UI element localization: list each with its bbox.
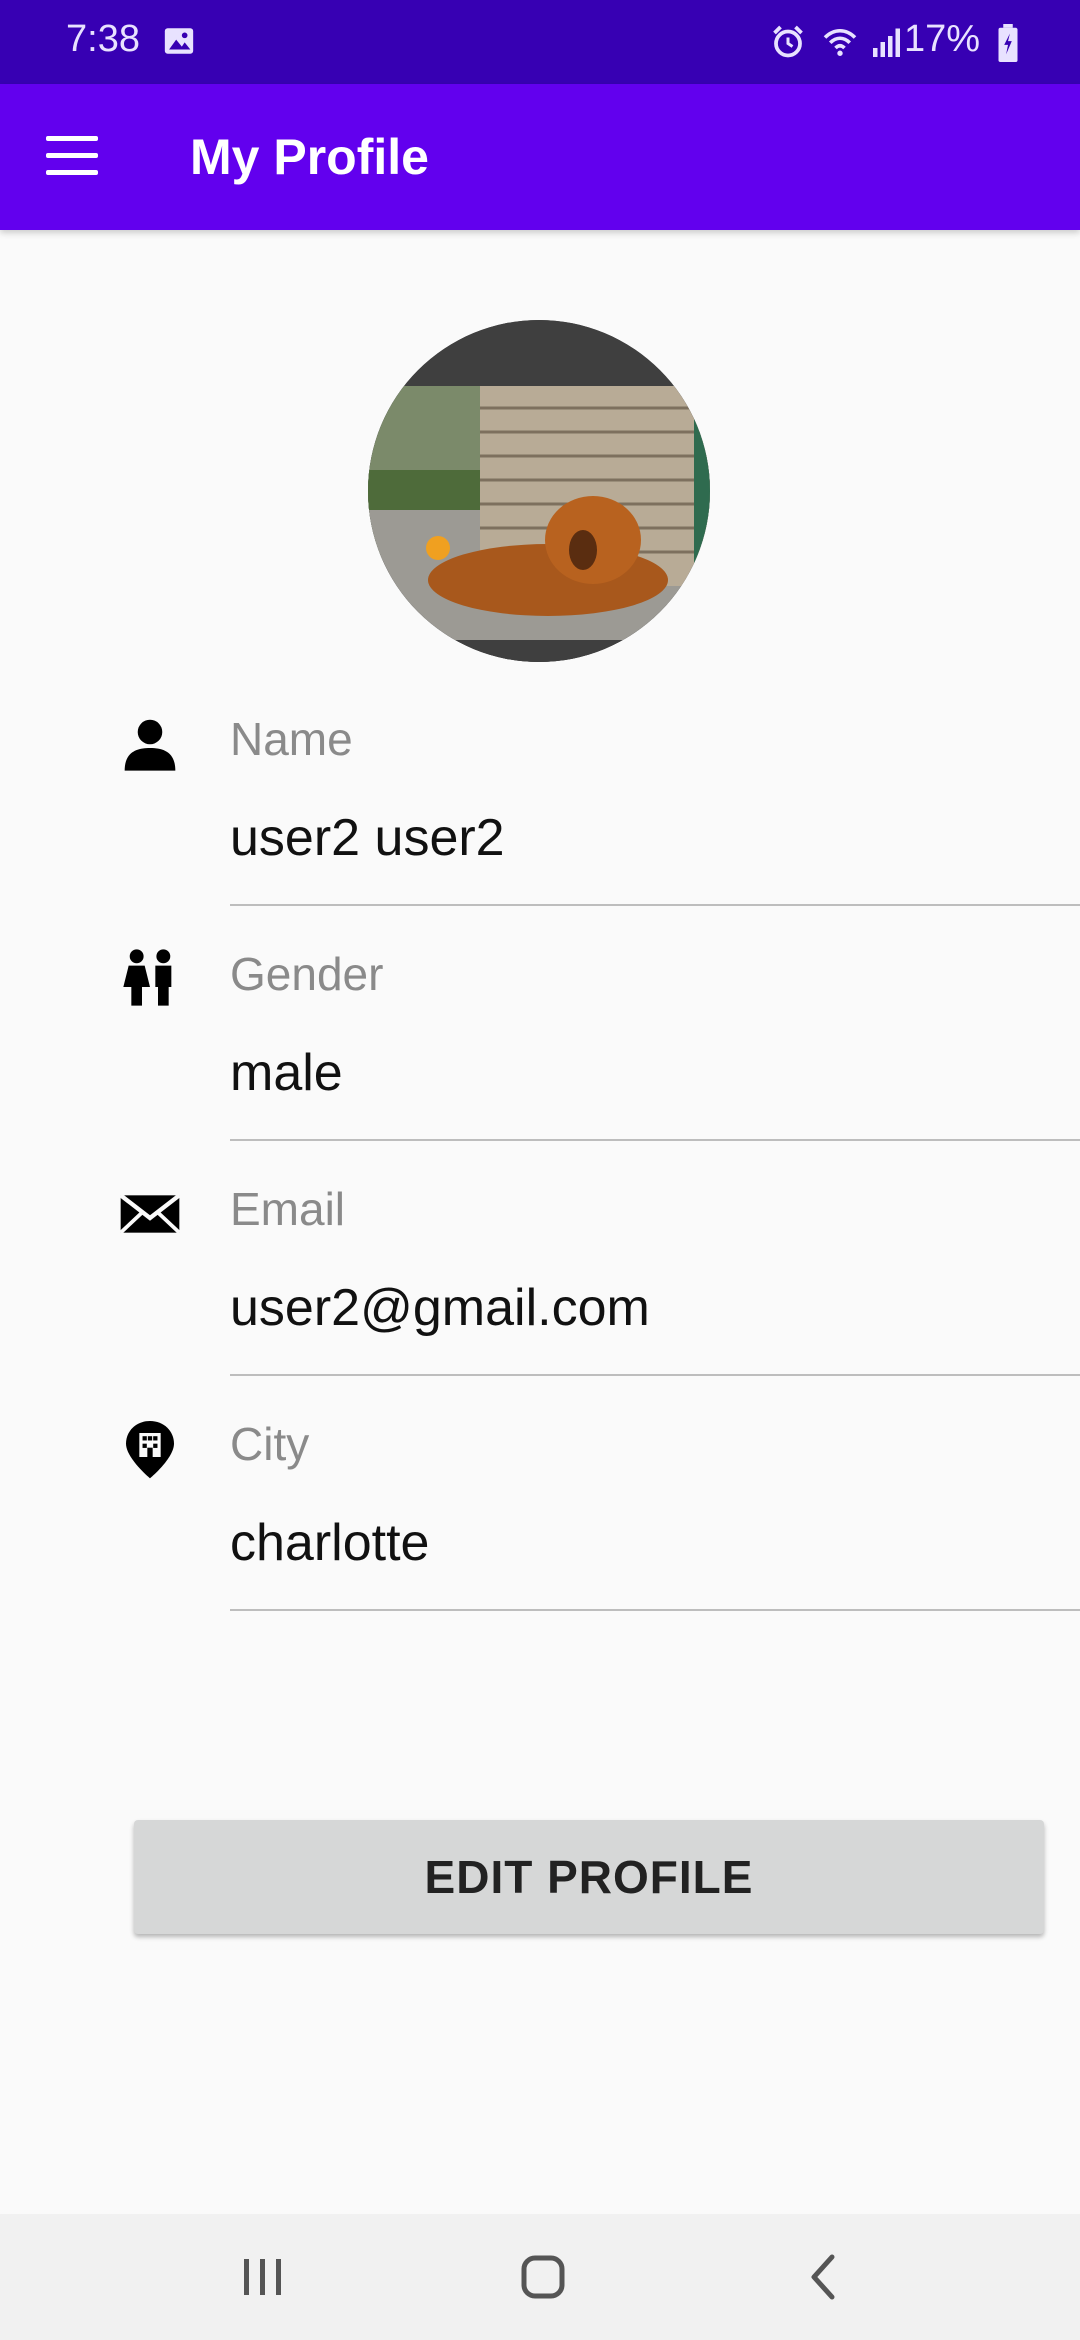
- status-time: 7:38: [66, 18, 140, 60]
- city-label: City: [230, 1418, 310, 1470]
- gender-value: male: [230, 1044, 343, 1102]
- back-icon[interactable]: [780, 2242, 870, 2312]
- email-value: user2@gmail.com: [230, 1279, 650, 1337]
- recent-apps-icon[interactable]: [218, 2242, 308, 2312]
- page-title: My Profile: [190, 129, 429, 185]
- person-icon: [124, 719, 176, 771]
- hamburger-menu-icon[interactable]: [46, 136, 98, 178]
- name-label: Name: [230, 713, 353, 765]
- divider: [230, 1139, 1080, 1141]
- status-icons: 17%: [720, 0, 1080, 84]
- divider: [230, 1374, 1080, 1376]
- home-icon[interactable]: [498, 2242, 588, 2312]
- divider: [230, 904, 1080, 906]
- edit-profile-button[interactable]: EDIT PROFILE: [134, 1820, 1044, 1934]
- name-field: Name user2 user2: [0, 712, 1080, 947]
- battery-percent: 17%: [903, 18, 980, 60]
- system-navigation-bar: [0, 2214, 1080, 2340]
- city-location-icon: [126, 1421, 174, 1479]
- email-icon: [119, 1193, 181, 1235]
- app-bar: My Profile: [0, 84, 1080, 230]
- email-field: Email user2@gmail.com: [0, 1182, 1080, 1417]
- divider: [230, 1609, 1080, 1611]
- status-bar: 7:38 17%: [0, 0, 1080, 84]
- alarm-icon: [773, 25, 803, 58]
- email-label: Email: [230, 1183, 346, 1235]
- gender-icon: [123, 949, 172, 1006]
- gender-field: Gender male: [0, 947, 1080, 1182]
- wifi-icon: [823, 28, 857, 56]
- cellular-signal-icon: [873, 28, 900, 57]
- profile-avatar[interactable]: [368, 320, 710, 662]
- name-value: user2 user2: [230, 809, 505, 867]
- city-value: charlotte: [230, 1514, 430, 1572]
- battery-charging-icon: [998, 24, 1018, 62]
- city-field: City charlotte: [0, 1417, 1080, 1652]
- gender-label: Gender: [230, 948, 384, 1000]
- gallery-notification-icon: [164, 28, 194, 54]
